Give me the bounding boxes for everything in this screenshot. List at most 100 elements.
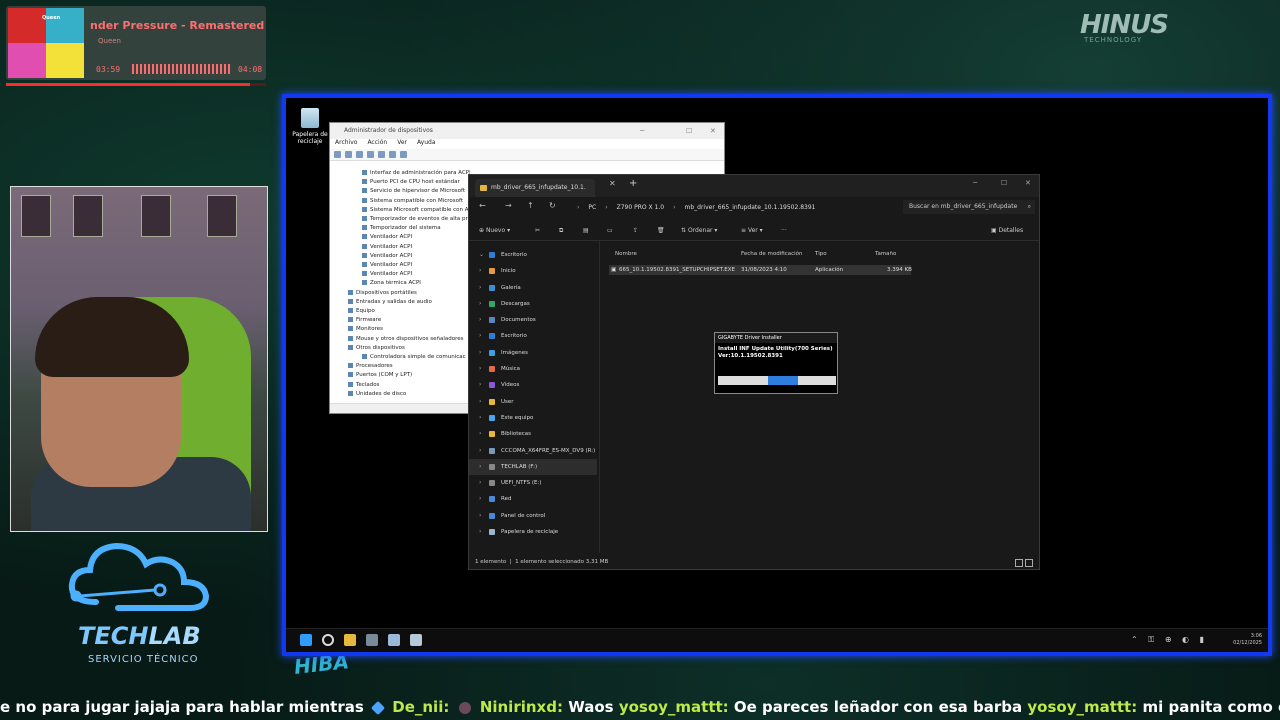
menu-ver[interactable]: Ver xyxy=(397,139,407,149)
sidebar-item[interactable]: › Vídeos xyxy=(469,377,597,393)
tiles-view-icon[interactable] xyxy=(1025,559,1033,567)
sidebar-item[interactable]: › Inicio xyxy=(469,263,597,279)
device-tree-item[interactable]: Interfaz de administración para ACPI de … xyxy=(330,169,470,178)
device-tree-item[interactable]: Mouse y otros dispositivos señaladores xyxy=(330,335,470,344)
device-tree-item[interactable]: Ventilador ACPI xyxy=(330,243,470,252)
up-arrow-icon[interactable]: ↑ xyxy=(527,201,534,210)
copy-icon[interactable]: ⧉ xyxy=(559,227,563,235)
device-tree-item[interactable]: Sistema Microsoft compatible con A xyxy=(330,206,470,215)
update-driver-icon[interactable] xyxy=(378,151,385,158)
system-tray[interactable]: ⌃ ⚿ ⊕ ◐ ▮ xyxy=(1131,635,1208,645)
device-tree-item[interactable]: Equipo xyxy=(330,307,470,316)
device-tree-item[interactable]: Procesadores xyxy=(330,362,470,371)
chevron-right-icon[interactable]: › xyxy=(479,328,481,344)
sort-button[interactable]: ⇅ Ordenar ▾ xyxy=(681,227,717,234)
sidebar-item[interactable]: › TECHLAB (F:) xyxy=(469,458,597,476)
device-tree-item[interactable]: Entradas y salidas de audio xyxy=(330,298,470,307)
sidebar-item[interactable]: › Papelera de reciclaje xyxy=(469,524,597,540)
chevron-right-icon[interactable]: › xyxy=(479,524,481,540)
desktop-recycle-bin[interactable]: Papelera de reciclaje xyxy=(290,108,330,145)
device-manager-icon[interactable] xyxy=(366,634,378,646)
device-tree-item[interactable]: Firmware xyxy=(330,316,470,325)
sidebar-item[interactable]: › Descargas xyxy=(469,296,597,312)
menu-ayuda[interactable]: Ayuda xyxy=(417,139,436,149)
device-tree-item[interactable]: Controladora simple de comunicac xyxy=(330,353,470,362)
installer-taskbar-icon[interactable] xyxy=(410,634,422,646)
refresh-icon[interactable]: ↻ xyxy=(549,201,556,210)
sidebar-item[interactable]: › Galería xyxy=(469,280,597,296)
pane-divider[interactable] xyxy=(599,241,600,553)
new-tab-icon[interactable]: + xyxy=(629,178,637,189)
sidebar-item[interactable]: › Panel de control xyxy=(469,508,597,524)
chevron-right-icon[interactable]: › xyxy=(479,312,481,328)
share-icon[interactable]: ⇪ xyxy=(633,227,638,234)
tab-close-icon[interactable]: ✕ xyxy=(609,179,616,188)
search-icon[interactable] xyxy=(322,634,334,646)
device-tree-item[interactable]: Temporizador de eventos de alta pr xyxy=(330,215,470,224)
sidebar-item[interactable]: › Este equipo xyxy=(469,410,597,426)
forward-arrow-icon[interactable]: → xyxy=(505,201,512,210)
column-name[interactable]: Nombre xyxy=(615,251,637,257)
device-tree-item[interactable]: Dispositivos portátiles xyxy=(330,289,470,298)
view-button[interactable]: ≡ Ver ▾ xyxy=(741,227,763,234)
new-button[interactable]: ⊕ Nuevo ▾ xyxy=(479,227,510,234)
maximize-icon[interactable]: ☐ xyxy=(686,123,692,139)
sidebar-item[interactable]: › Documentos xyxy=(469,312,597,328)
device-tree-item[interactable]: Unidades de disco xyxy=(330,390,470,399)
properties-icon[interactable] xyxy=(356,151,363,158)
sidebar-item[interactable]: › Bibliotecas xyxy=(469,426,597,442)
sidebar-item[interactable]: › UEFI_NTFS (E:) xyxy=(469,475,597,491)
breadcrumb-folder[interactable]: mb_driver_665_infupdate_10.1.19502.8391 xyxy=(684,204,815,211)
device-tree-item[interactable]: Zona térmica ACPI xyxy=(330,279,470,288)
delete-icon[interactable]: 🗑 xyxy=(657,227,665,234)
chevron-right-icon[interactable]: › xyxy=(479,345,481,361)
sidebar-item[interactable]: ⌄ Escritorio xyxy=(469,247,597,263)
device-tree-item[interactable]: Puerto PCI de CPU host estándar xyxy=(330,178,470,187)
column-modified[interactable]: Fecha de modificación xyxy=(741,251,803,257)
cut-icon[interactable]: ✂ xyxy=(535,227,540,234)
device-tree-item[interactable]: Otros dispositivos xyxy=(330,344,470,353)
chevron-right-icon[interactable]: › xyxy=(479,280,481,296)
chevron-right-icon[interactable]: › xyxy=(479,426,481,442)
sidebar-item[interactable]: › CCCOMA_X64FRE_ES-MX_DV9 (R:) xyxy=(469,443,597,459)
sidebar-item[interactable]: › User xyxy=(469,394,597,410)
rename-icon[interactable]: ▭ xyxy=(607,227,613,234)
column-size[interactable]: Tamaño xyxy=(875,251,896,257)
more-button[interactable]: ··· xyxy=(781,227,787,234)
chevron-right-icon[interactable]: › xyxy=(479,394,481,410)
sidebar-item[interactable]: › Escritorio xyxy=(469,328,597,344)
minimize-icon[interactable]: ─ xyxy=(640,123,644,139)
device-tree-item[interactable]: Ventilador ACPI xyxy=(330,252,470,261)
device-tree-item[interactable]: Ventilador ACPI xyxy=(330,270,470,279)
close-icon[interactable]: ✕ xyxy=(1025,179,1031,187)
breadcrumb-drive[interactable]: Z790 PRO X 1.0 xyxy=(617,204,664,211)
device-tree-item[interactable]: Teclados xyxy=(330,381,470,390)
back-icon[interactable] xyxy=(334,151,341,158)
chevron-right-icon[interactable]: › xyxy=(479,296,481,312)
device-tree-item[interactable]: Temporizador del sistema xyxy=(330,224,470,233)
device-tree-item[interactable]: Monitores xyxy=(330,325,470,334)
device-tree-item[interactable]: Ventilador ACPI xyxy=(330,233,470,242)
chevron-right-icon[interactable]: › xyxy=(479,263,481,279)
chevron-right-icon[interactable]: › xyxy=(479,475,481,491)
paste-icon[interactable]: ▤ xyxy=(583,227,589,234)
back-arrow-icon[interactable]: ← xyxy=(479,201,486,210)
clock[interactable]: 3:06 02/12/2025 xyxy=(1233,633,1262,647)
maximize-icon[interactable]: ☐ xyxy=(1001,179,1007,187)
sidebar-item[interactable]: › Red xyxy=(469,491,597,507)
sidebar-item[interactable]: › Música xyxy=(469,361,597,377)
help-icon[interactable] xyxy=(367,151,374,158)
file-explorer-icon[interactable] xyxy=(344,634,356,646)
breadcrumb[interactable]: › PC › Z790 PRO X 1.0 › mb_driver_665_in… xyxy=(577,197,816,217)
chevron-right-icon[interactable]: › xyxy=(479,443,481,459)
search-input[interactable]: Buscar en mb_driver_665_infupdate ⌕ xyxy=(903,200,1035,214)
chevron-right-icon[interactable]: › xyxy=(479,361,481,377)
close-icon[interactable]: ✕ xyxy=(710,123,716,139)
forward-icon[interactable] xyxy=(345,151,352,158)
start-icon[interactable] xyxy=(300,634,312,646)
details-button[interactable]: ▣ Detalles xyxy=(991,227,1023,234)
details-view-icon[interactable] xyxy=(1015,559,1023,567)
device-tree-item[interactable]: Servicio de hipervisor de Microsoft xyxy=(330,187,470,196)
scan-hardware-icon[interactable] xyxy=(389,151,396,158)
explorer-tab[interactable]: mb_driver_665_infupdate_10.1. xyxy=(475,179,595,197)
